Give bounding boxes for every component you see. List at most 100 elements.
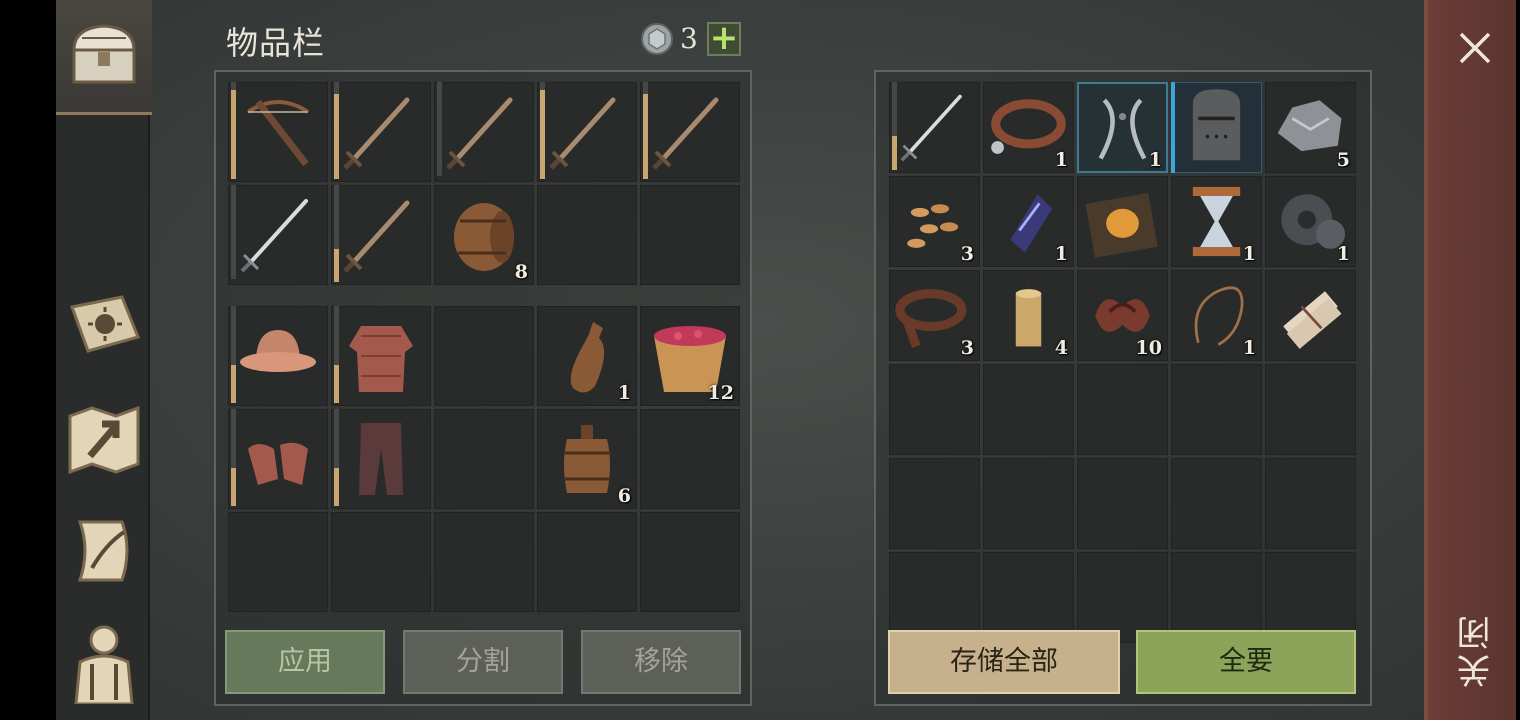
split-button[interactable]: 分割 [403,630,563,694]
sword-icon [343,97,410,170]
empty-slot[interactable] [1077,458,1168,549]
journal-sun-icon[interactable] [62,285,146,369]
item-quantity: 1 [617,382,631,404]
inventory-slot[interactable]: 6 [537,409,637,509]
inventory-slot[interactable]: 1 [1077,82,1168,173]
kettle-helmet-icon [240,330,316,372]
inventory-slot[interactable] [331,409,431,509]
add-currency-button[interactable]: + [707,21,741,56]
empty-slot[interactable] [640,409,740,509]
silver-coin-icon [641,23,673,55]
inventory-slot[interactable] [228,409,328,509]
inventory-slot[interactable] [228,306,328,406]
inventory-slot[interactable]: 1 [983,82,1074,173]
store-all-button[interactable]: 存储全部 [888,630,1120,694]
item-quantity: 1 [1242,337,1256,359]
inventory-slot[interactable] [228,185,328,285]
inventory-slot[interactable]: 1 [1171,176,1262,267]
empty-slot[interactable] [640,185,740,285]
empty-slot[interactable] [434,306,534,406]
inventory-slot[interactable] [331,306,431,406]
inventory-slot[interactable]: 1 [1171,270,1262,361]
inventory-slot[interactable]: 12 [640,306,740,406]
inventory-slot[interactable]: 5 [1265,82,1356,173]
inventory-slot[interactable] [331,82,431,182]
empty-slot[interactable] [537,512,637,612]
item-quantity: 4 [1054,337,1068,359]
item-quantity: 5 [1336,149,1350,171]
empty-slot[interactable] [537,185,637,285]
apply-button[interactable]: 应用 [225,630,385,694]
empty-slot[interactable] [434,512,534,612]
inventory-slot[interactable] [1077,176,1168,267]
empty-slot[interactable] [1171,458,1262,549]
chain-pants-icon [359,423,403,495]
sword-icon [343,200,410,273]
quest-scroll-icon[interactable] [62,510,146,594]
crossbow-icon [246,99,310,167]
inventory-slot[interactable] [537,82,637,182]
empty-slot[interactable] [331,512,431,612]
inventory-slot[interactable] [640,82,740,182]
empty-slot[interactable] [1265,458,1356,549]
item-quantity: 10 [1135,337,1162,359]
chest-icon[interactable] [62,12,146,96]
empty-slot[interactable] [983,364,1074,455]
inventory-slot[interactable]: 4 [983,270,1074,361]
inventory-slot[interactable]: 8 [434,185,534,285]
empty-slot[interactable] [889,458,980,549]
item-quantity: 3 [960,337,974,359]
inventory-slot[interactable] [331,185,431,285]
empty-slot[interactable] [1171,364,1262,455]
inventory-slot[interactable] [434,82,534,182]
empty-slot[interactable] [434,409,534,509]
inventory-slot[interactable]: 1 [983,176,1074,267]
character-icon[interactable] [62,620,146,704]
steel-sword-icon [900,94,962,162]
map-icon[interactable] [62,398,146,482]
item-quantity: 12 [707,382,734,404]
item-quantity: 1 [1336,243,1350,265]
inventory-slot[interactable]: 3 [889,176,980,267]
mask-book-icon [1085,192,1158,258]
inventory-slot[interactable] [1265,270,1356,361]
sword-icon [446,97,513,170]
item-quantity: 8 [514,261,528,283]
item-quantity: 3 [960,243,974,265]
scroll-bundle-icon [1283,291,1342,349]
steel-sword-icon [240,199,308,273]
inventory-title: 物品栏 [226,24,326,62]
inventory-slot[interactable]: 10 [1077,270,1168,361]
currency-count: 3 [680,22,698,55]
close-label[interactable]: 关闭 [1452,612,1497,688]
item-quantity: 1 [1054,149,1068,171]
backpack-grid [228,512,740,612]
empty-slot[interactable] [1265,364,1356,455]
inventory-slot[interactable] [1171,82,1262,173]
chain-gloves-icon [248,442,308,485]
chainmail-icon [349,326,413,392]
item-quantity: 1 [1054,243,1068,265]
empty-slot[interactable] [983,458,1074,549]
inventory-slot[interactable]: 1 [537,306,637,406]
sword-icon [549,97,616,170]
storage-grid: 1 1 5 3 1 1 1 3 4 10 1 [889,82,1356,643]
item-quantity: 1 [1148,149,1162,171]
inventory-slot[interactable] [228,82,328,182]
inventory-slot[interactable] [889,82,980,173]
empty-slot[interactable] [228,512,328,612]
great-helm-icon [1192,89,1241,161]
sword-icon [652,97,719,170]
empty-slot[interactable] [640,512,740,612]
empty-slot[interactable] [889,364,980,455]
inventory-slot[interactable]: 1 [1265,176,1356,267]
remove-button[interactable]: 移除 [581,630,741,694]
weapons-grid: 8 [228,82,740,285]
take-all-button[interactable]: 全要 [1136,630,1356,694]
empty-slot[interactable] [1077,364,1168,455]
close-icon[interactable] [1455,28,1495,68]
item-quantity: 1 [1242,243,1256,265]
item-quantity: 6 [617,485,631,507]
gear-grid: 1 12 6 [228,306,740,509]
inventory-slot[interactable]: 3 [889,270,980,361]
